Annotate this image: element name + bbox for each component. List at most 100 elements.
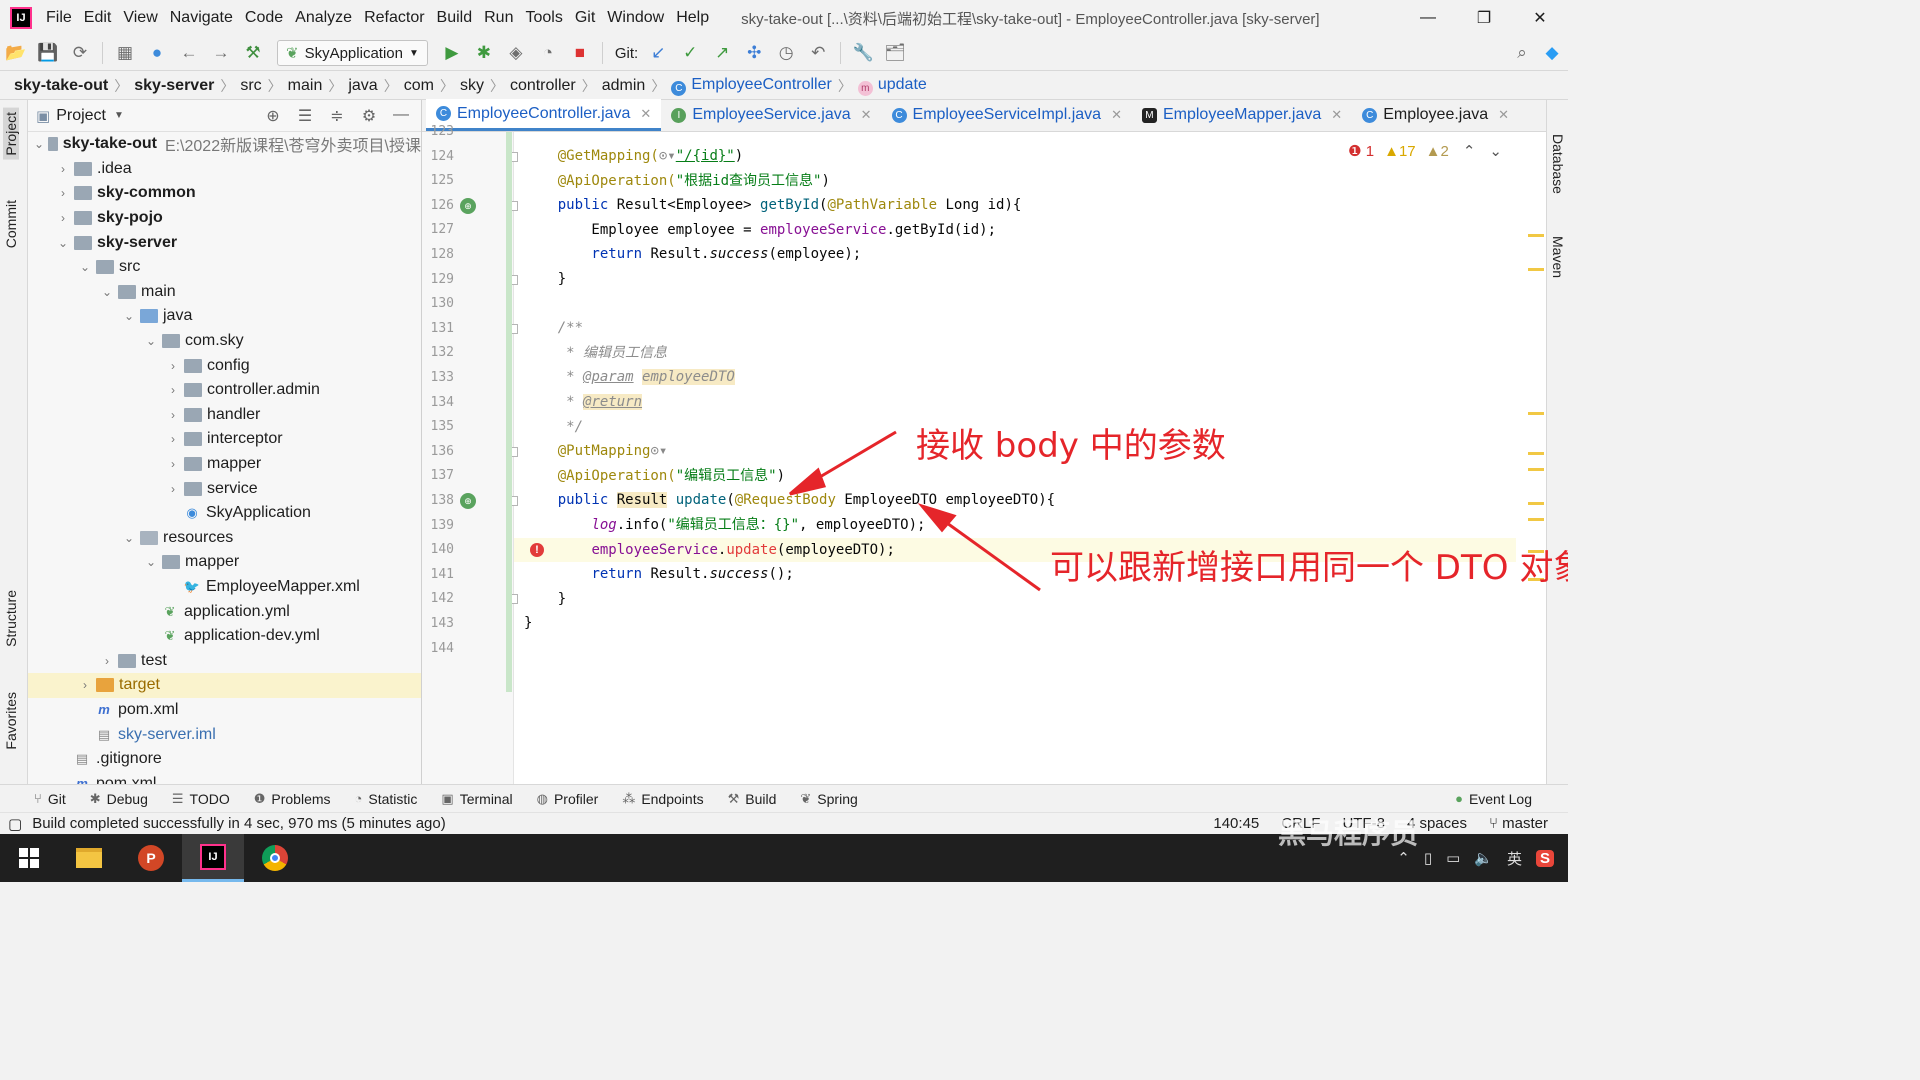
close-tab-icon[interactable]: ✕ — [640, 106, 651, 122]
tree-item[interactable]: › sky-common — [28, 181, 421, 206]
git-merge-icon[interactable]: ✣ — [738, 38, 770, 68]
line-number[interactable]: 141 — [422, 567, 454, 582]
tool-tab-database[interactable]: Database — [1550, 134, 1566, 194]
tool-tab-favorites[interactable]: Favorites — [3, 692, 19, 750]
menu-navigate[interactable]: Navigate — [166, 9, 241, 27]
tree-item[interactable]: m pom.xml — [28, 771, 421, 784]
tree-item[interactable]: ⌄ java — [28, 304, 421, 329]
line-number[interactable]: 135 — [422, 419, 454, 434]
chevron-right-icon[interactable]: › — [166, 408, 180, 422]
forward-arrow-icon[interactable]: → — [205, 38, 237, 68]
line-number[interactable]: 132 — [422, 345, 454, 360]
chevron-down-icon[interactable]: ⌄ — [144, 555, 158, 569]
breadcrumb-item[interactable]: java — [348, 77, 377, 95]
stop-icon[interactable]: ■ — [564, 38, 596, 68]
menu-tools[interactable]: Tools — [521, 9, 570, 27]
menu-build[interactable]: Build — [433, 9, 481, 27]
line-number[interactable]: 140 — [422, 542, 454, 557]
tool-debug[interactable]: ✱ Debug — [90, 791, 148, 807]
menu-code[interactable]: Code — [241, 9, 291, 27]
error-bulb-icon[interactable]: ! — [530, 542, 544, 557]
git-rollback-icon[interactable]: ↶ — [802, 38, 834, 68]
chevron-right-icon[interactable]: › — [166, 359, 180, 373]
git-push-icon[interactable]: ↗ — [706, 38, 738, 68]
chevron-right-icon[interactable]: › — [166, 383, 180, 397]
build-hammer-icon[interactable]: ⚒ — [237, 38, 269, 68]
tree-item[interactable]: ❦ application-dev.yml — [28, 624, 421, 649]
tree-item[interactable]: › config — [28, 353, 421, 378]
line-number[interactable]: 134 — [422, 395, 454, 410]
line-number[interactable]: 123 — [422, 124, 454, 139]
hide-panel-icon[interactable]: — — [387, 106, 415, 126]
tree-item[interactable]: ❦ application.yml — [28, 599, 421, 624]
tab-employee-service[interactable]: I EmployeeService.java ✕ — [661, 99, 881, 131]
line-number[interactable]: 138 — [422, 493, 454, 508]
tab-employee-mapper[interactable]: M EmployeeMapper.java ✕ — [1132, 99, 1352, 131]
line-number[interactable]: 131 — [422, 321, 454, 336]
open-folder-icon[interactable]: 📂 — [0, 38, 32, 68]
jetbrains-toolbox-icon[interactable]: ◆ — [1536, 38, 1568, 68]
tree-item[interactable]: ⌄ src — [28, 255, 421, 280]
line-number[interactable]: 129 — [422, 272, 454, 287]
line-number[interactable]: 136 — [422, 444, 454, 459]
coverage-icon[interactable]: ◈ — [500, 38, 532, 68]
chevron-right-icon[interactable]: › — [166, 432, 180, 446]
tree-item[interactable]: ▤ sky-server.iml — [28, 722, 421, 747]
chrome-icon[interactable] — [244, 834, 306, 882]
chevron-down-icon[interactable]: ⌄ — [1489, 142, 1502, 160]
line-number[interactable]: 130 — [422, 296, 454, 311]
status-panel-icon[interactable]: ▢ — [8, 815, 22, 833]
chevron-down-icon[interactable]: ⌄ — [34, 137, 44, 151]
back-arrow-icon[interactable]: ← — [173, 38, 205, 68]
menu-file[interactable]: File — [42, 9, 80, 27]
tree-item[interactable]: ⌄ resources — [28, 526, 421, 551]
inspection-widget[interactable]: ❶ 1 ▲17 ▲2 ⌃ ⌄ — [1348, 142, 1502, 161]
tree-item[interactable]: › service — [28, 476, 421, 501]
tool-tab-commit[interactable]: Commit — [3, 200, 19, 248]
line-number[interactable]: 139 — [422, 518, 454, 533]
locate-target-icon[interactable]: ⊕ — [259, 106, 287, 126]
status-message[interactable]: Build completed successfully in 4 sec, 9… — [32, 815, 446, 832]
chevron-down-icon[interactable]: ⌄ — [100, 285, 114, 299]
line-number[interactable]: 133 — [422, 370, 454, 385]
run-icon[interactable]: ▶ — [436, 38, 468, 68]
tool-tab-project[interactable]: Project — [3, 108, 19, 160]
tool-statistic[interactable]: ◔ Statistic — [355, 791, 418, 807]
breadcrumb-item[interactable]: src — [240, 77, 261, 95]
tree-item[interactable]: › .idea — [28, 157, 421, 182]
chevron-down-icon[interactable]: ⌄ — [144, 334, 158, 348]
chevron-right-icon[interactable]: › — [56, 186, 70, 200]
tree-item[interactable]: m pom.xml — [28, 698, 421, 723]
line-number[interactable]: 137 — [422, 468, 454, 483]
breadcrumb-item-method[interactable]: m update — [857, 76, 927, 96]
debug-bug-icon[interactable]: ✱ — [468, 38, 500, 68]
git-branch[interactable]: ⑂ master — [1489, 815, 1548, 832]
restore-button[interactable]: ❐ — [1456, 0, 1512, 36]
sync-icon[interactable]: ⟳ — [64, 38, 96, 68]
tab-employee[interactable]: C Employee.java ✕ — [1352, 99, 1519, 131]
git-history-icon[interactable]: ◷ — [770, 38, 802, 68]
line-number[interactable]: 143 — [422, 616, 454, 631]
menu-run[interactable]: Run — [480, 9, 521, 27]
tab-employee-controller[interactable]: C EmployeeController.java ✕ — [426, 99, 662, 131]
tool-spring[interactable]: ❦ Spring — [800, 791, 857, 807]
tool-tab-maven[interactable]: Maven — [1550, 236, 1566, 278]
chevron-down-icon[interactable]: ⌄ — [56, 236, 70, 250]
tool-problems[interactable]: ❶ Problems — [254, 791, 331, 807]
menu-refactor[interactable]: Refactor — [360, 9, 432, 27]
tool-profiler[interactable]: ◍ Profiler — [537, 791, 599, 807]
line-number[interactable]: 127 — [422, 222, 454, 237]
minimize-button[interactable]: — — [1400, 0, 1456, 36]
settings-wrench-icon[interactable]: 🔧 — [847, 38, 879, 68]
spring-endpoint-icon[interactable]: ⊕ — [460, 197, 476, 214]
breadcrumb-item-class[interactable]: C EmployeeController — [671, 76, 832, 96]
caret-position[interactable]: 140:45 — [1213, 815, 1259, 832]
chevron-down-icon[interactable]: ⌄ — [78, 260, 92, 274]
tool-tab-structure[interactable]: Structure — [3, 590, 19, 647]
tree-item[interactable]: › sky-pojo — [28, 206, 421, 231]
spring-endpoint-icon[interactable]: ⊕ — [460, 493, 476, 509]
git-commit-icon[interactable]: ✓ — [674, 38, 706, 68]
tool-git[interactable]: ⑂ Git — [34, 791, 66, 807]
line-number[interactable]: 126 — [422, 198, 454, 213]
close-tab-icon[interactable]: ✕ — [861, 107, 872, 123]
